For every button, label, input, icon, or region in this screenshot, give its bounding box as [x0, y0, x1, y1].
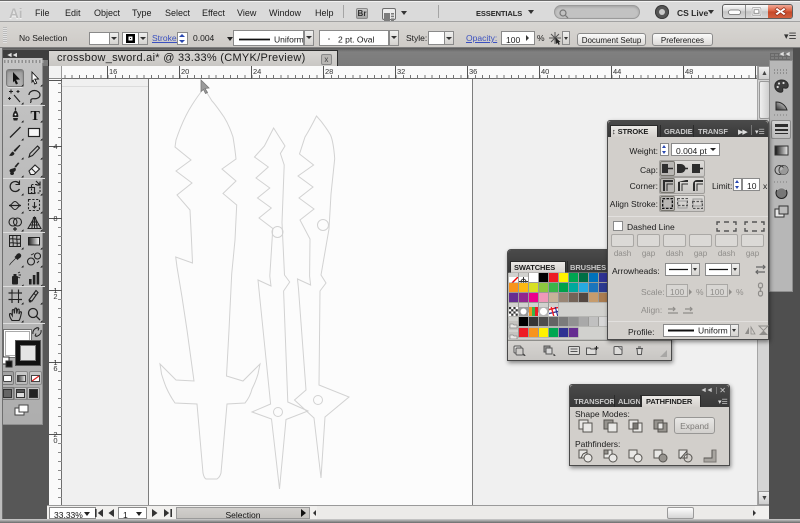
svg-text:Uniform: Uniform — [274, 35, 303, 45]
svg-text:2 pt. Oval: 2 pt. Oval — [338, 35, 374, 45]
svg-text:Uniform: Uniform — [698, 326, 728, 336]
svg-text:T: T — [31, 109, 41, 123]
